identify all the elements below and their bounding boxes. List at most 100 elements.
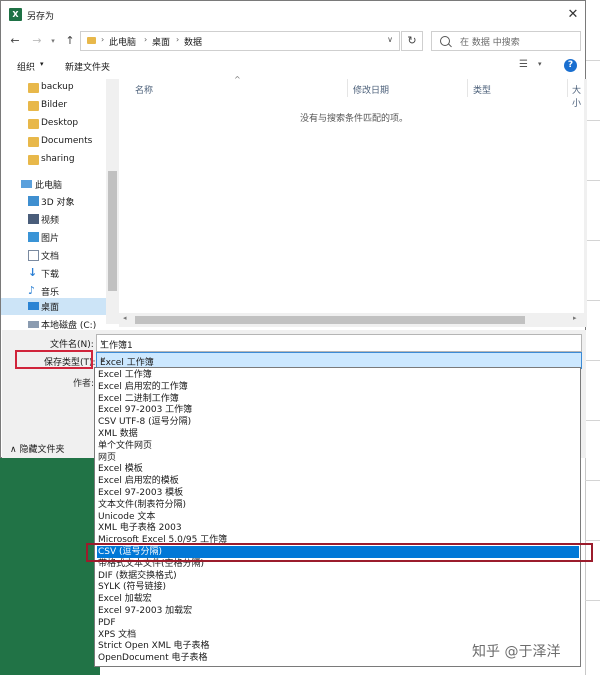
sheet-gridline — [585, 600, 600, 601]
new-folder-button[interactable]: 新建文件夹 — [65, 60, 110, 73]
title-bar[interactable]: X 另存为 ✕ — [1, 1, 587, 29]
column-divider[interactable] — [467, 79, 468, 97]
filetype-option[interactable]: 文本文件(制表符分隔) — [97, 499, 579, 511]
nav-item-3d-objects[interactable]: 3D 对象 — [1, 193, 106, 210]
chevron-down-icon: ▾ — [51, 37, 55, 45]
filetype-option[interactable]: XML 电子表格 2003 — [97, 522, 579, 534]
close-button[interactable]: ✕ — [563, 5, 583, 25]
cube-icon — [28, 196, 39, 206]
desktop-icon — [28, 302, 39, 310]
dialog-title: 另存为 — [27, 12, 55, 22]
folder-icon — [28, 155, 39, 165]
filetype-option[interactable]: PDF — [97, 617, 579, 629]
breadcrumb-desktop[interactable]: 桌面 — [152, 35, 170, 48]
navigation-pane: backup Bilder Desktop Documents sharing … — [1, 79, 119, 329]
refresh-button[interactable]: ↻ — [401, 31, 423, 51]
nav-label: 视频 — [41, 216, 60, 226]
filetype-option[interactable]: XPS 文档 — [97, 629, 579, 641]
nav-item-this-pc[interactable]: 此电脑 — [1, 176, 106, 193]
nav-label: Desktop — [41, 118, 79, 128]
nav-label: 图片 — [41, 234, 60, 244]
empty-list-message: 没有与搜索条件匹配的项。 — [300, 114, 409, 124]
nav-item-documents-cn[interactable]: 文档 — [1, 247, 106, 264]
filetype-option[interactable]: Excel 启用宏的工作簿 — [97, 381, 579, 393]
breadcrumb-this-pc[interactable]: 此电脑 — [109, 35, 136, 48]
filetype-option[interactable]: CSV UTF-8 (逗号分隔) — [97, 416, 579, 428]
hide-folders-toggle[interactable]: ∧ 隐藏文件夹 — [10, 442, 64, 455]
picture-icon — [28, 232, 39, 242]
arrow-up-icon: ↑ — [65, 34, 75, 47]
nav-label: 音乐 — [41, 288, 60, 298]
scroll-left-icon[interactable]: ◂ — [123, 314, 127, 322]
nav-label: Bilder — [41, 100, 68, 110]
chevron-down-icon[interactable]: ∨ — [100, 338, 577, 347]
sheet-gridline — [585, 60, 600, 61]
dropdown-arrow-icon[interactable]: ▾ — [538, 60, 542, 68]
sheet-gridline — [585, 480, 600, 481]
folder-icon — [87, 37, 96, 44]
filetype-option[interactable]: DIF (数据交换格式) — [97, 570, 579, 582]
chevron-down-icon[interactable]: ∨ — [100, 355, 577, 364]
filetype-option[interactable]: SYLK (符号链接) — [97, 581, 579, 593]
filetype-option[interactable]: XML 数据 — [97, 428, 579, 440]
breadcrumb-data[interactable]: 数据 — [184, 35, 202, 48]
chevron-down-icon[interactable]: ∨ — [387, 35, 393, 44]
nav-item-backup[interactable]: backup — [1, 80, 106, 97]
sheet-gridline — [585, 360, 600, 361]
scroll-right-icon[interactable]: ▸ — [573, 314, 577, 322]
csv-option-highlight — [86, 543, 593, 562]
excel-background — [0, 458, 100, 675]
nav-item-downloads[interactable]: ↓ 下载 — [1, 265, 106, 282]
watermark: 知乎 @于泽洋 — [472, 644, 561, 660]
file-list-vertical-scrollbar[interactable] — [584, 79, 587, 327]
nav-item-desktop-cn[interactable]: 桌面 — [1, 298, 106, 315]
folder-icon — [28, 83, 39, 93]
column-header-name[interactable]: 名称 — [135, 83, 153, 96]
recent-locations-button[interactable]: ▾ — [45, 32, 61, 50]
chevron-right-icon: › — [176, 35, 180, 44]
filetype-option[interactable]: 网页 — [97, 452, 579, 464]
column-header-type[interactable]: 类型 — [473, 83, 491, 96]
sheet-gridline — [585, 420, 600, 421]
filetype-option[interactable]: Excel 97-2003 工作簿 — [97, 404, 579, 416]
filetype-option[interactable]: Excel 97-2003 模板 — [97, 487, 579, 499]
nav-item-bilder[interactable]: Bilder — [1, 98, 106, 115]
author-label: 作者: — [73, 379, 95, 389]
nav-label: backup — [41, 82, 74, 92]
column-divider[interactable] — [567, 79, 568, 97]
nav-item-desktop[interactable]: Desktop — [1, 116, 106, 133]
address-bar[interactable]: › 此电脑 › 桌面 › 数据 ∨ — [80, 31, 400, 51]
folder-icon — [28, 101, 39, 111]
filetype-option[interactable]: Excel 启用宏的模板 — [97, 475, 579, 487]
hide-folders-label: 隐藏文件夹 — [19, 445, 65, 455]
file-list-scrollbar-thumb[interactable] — [135, 316, 525, 324]
filetype-option[interactable]: Excel 二进制工作簿 — [97, 393, 579, 405]
up-button[interactable]: ↑ — [62, 32, 78, 50]
nav-item-documents[interactable]: Documents — [1, 134, 106, 151]
filetype-option[interactable]: Excel 97-2003 加载宏 — [97, 605, 579, 617]
nav-item-pictures[interactable]: 图片 — [1, 229, 106, 246]
filetype-option[interactable]: Excel 模板 — [97, 463, 579, 475]
filetype-option[interactable]: 单个文件网页 — [97, 440, 579, 452]
back-button[interactable]: ← — [7, 32, 23, 50]
document-icon — [28, 250, 39, 261]
filetype-option[interactable]: Excel 工作簿 — [97, 369, 579, 381]
folder-icon — [28, 137, 39, 147]
view-options-icon[interactable]: ☰ — [519, 59, 531, 71]
nav-item-local-disk-c[interactable]: 本地磁盘 (C:) — [1, 316, 106, 329]
nav-scrollbar-thumb[interactable] — [108, 171, 117, 291]
nav-item-videos[interactable]: 视频 — [1, 211, 106, 228]
organize-menu[interactable]: 组织 — [17, 60, 35, 73]
music-note-icon: ♪ — [28, 284, 36, 297]
download-icon: ↓ — [28, 266, 38, 279]
help-icon[interactable]: ? — [564, 59, 577, 72]
computer-icon — [21, 180, 32, 188]
nav-item-sharing[interactable]: sharing — [1, 152, 106, 169]
column-divider[interactable] — [347, 79, 348, 97]
filetype-option[interactable]: Excel 加载宏 — [97, 593, 579, 605]
column-header-date-modified[interactable]: 修改日期 — [353, 83, 389, 96]
filetype-option[interactable]: Unicode 文本 — [97, 511, 579, 523]
forward-button[interactable]: → — [29, 32, 45, 50]
filename-input[interactable]: 工作簿1 ∨ — [96, 334, 582, 352]
search-box[interactable]: 在 数据 中搜索 — [431, 31, 581, 51]
